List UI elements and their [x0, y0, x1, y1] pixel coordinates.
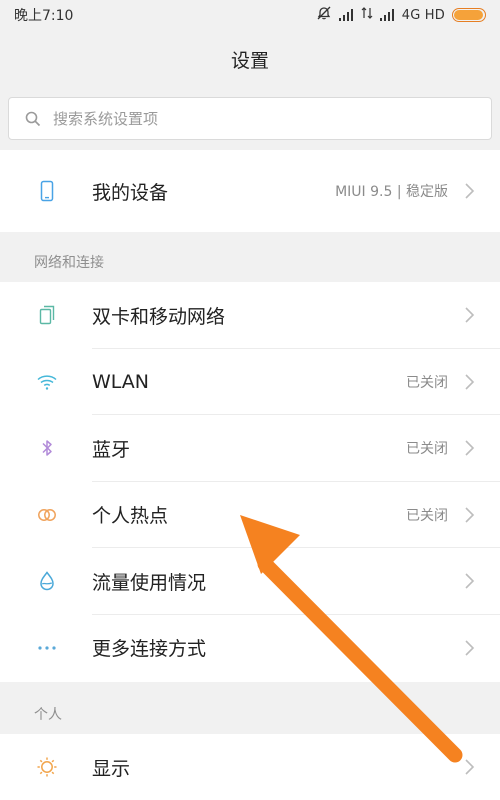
battery-icon	[452, 8, 486, 22]
status-bar: 晚上7:10 4G HD	[0, 0, 500, 30]
phone-icon	[35, 179, 59, 203]
search-input[interactable]: 搜索系统设置项	[8, 97, 492, 140]
data-usage-icon	[35, 569, 59, 593]
personal-item-label: 显示	[92, 757, 131, 780]
page-title: 设置	[230, 49, 269, 72]
chevron-right-icon	[465, 759, 475, 775]
network-item-hotspot[interactable]: 个人热点 已关闭	[0, 481, 500, 548]
mute-icon	[316, 5, 332, 25]
wifi-icon	[35, 370, 59, 394]
display-icon	[35, 755, 59, 779]
hotspot-icon	[35, 503, 59, 527]
network-item-wlan[interactable]: WLAN 已关闭	[0, 348, 500, 415]
search-icon	[25, 111, 41, 127]
network-item-label: 蓝牙	[92, 438, 131, 461]
more-connections-icon	[35, 636, 59, 660]
network-item-bluetooth[interactable]: 蓝牙 已关闭	[0, 415, 500, 482]
network-type: 4G HD	[401, 7, 445, 23]
network-card: 双卡和移动网络 WLAN 已关闭 蓝牙 已关闭 个人热点 已关闭 流量使用情况 …	[0, 282, 500, 682]
data-transfer-icon	[361, 6, 373, 24]
network-item-label: 个人热点	[92, 505, 169, 528]
personal-item-display[interactable]: 显示	[0, 734, 500, 800]
search-placeholder: 搜索系统设置项	[53, 110, 159, 128]
personal-card: 显示	[0, 734, 500, 800]
network-item-label: 流量使用情况	[92, 571, 207, 594]
device-card: 我的设备 MIUI 9.5 | 稳定版	[0, 150, 500, 232]
network-item-value: 已关闭	[406, 374, 448, 391]
network-item-more-connections[interactable]: 更多连接方式	[0, 614, 500, 681]
network-section-title: 网络和连接	[34, 255, 104, 271]
bluetooth-icon	[35, 436, 59, 460]
chevron-right-icon	[465, 183, 475, 199]
personal-section-title: 个人	[34, 707, 62, 723]
my-device-row[interactable]: 我的设备 MIUI 9.5 | 稳定版	[0, 150, 500, 232]
signal-strength-icon	[338, 9, 354, 21]
sim-card-icon	[35, 303, 59, 327]
chevron-right-icon	[465, 307, 475, 323]
network-item-data-usage[interactable]: 流量使用情况	[0, 548, 500, 615]
search-area: 搜索系统设置项	[0, 88, 500, 150]
settings-screen: 晚上7:10 4G HD 设置 搜索系统设置项 我的设备 MIUI 9.5 | …	[0, 0, 500, 800]
status-icons: 4G HD	[316, 5, 486, 25]
chevron-right-icon	[465, 374, 475, 390]
chevron-right-icon	[465, 640, 475, 656]
network-item-label: WLAN	[92, 370, 150, 393]
network-item-dual-sim[interactable]: 双卡和移动网络	[0, 282, 500, 349]
my-device-label: 我的设备	[92, 181, 169, 204]
my-device-value: MIUI 9.5 | 稳定版	[335, 184, 448, 200]
network-item-label: 双卡和移动网络	[92, 305, 226, 328]
page-header: 设置	[0, 30, 500, 88]
chevron-right-icon	[465, 507, 475, 523]
network-item-value: 已关闭	[406, 507, 448, 524]
network-item-value: 已关闭	[406, 441, 448, 458]
signal-strength-2-icon	[379, 9, 395, 21]
network-item-label: 更多连接方式	[92, 638, 207, 661]
chevron-right-icon	[465, 573, 475, 589]
status-time: 晚上7:10	[14, 8, 74, 24]
chevron-right-icon	[465, 440, 475, 456]
